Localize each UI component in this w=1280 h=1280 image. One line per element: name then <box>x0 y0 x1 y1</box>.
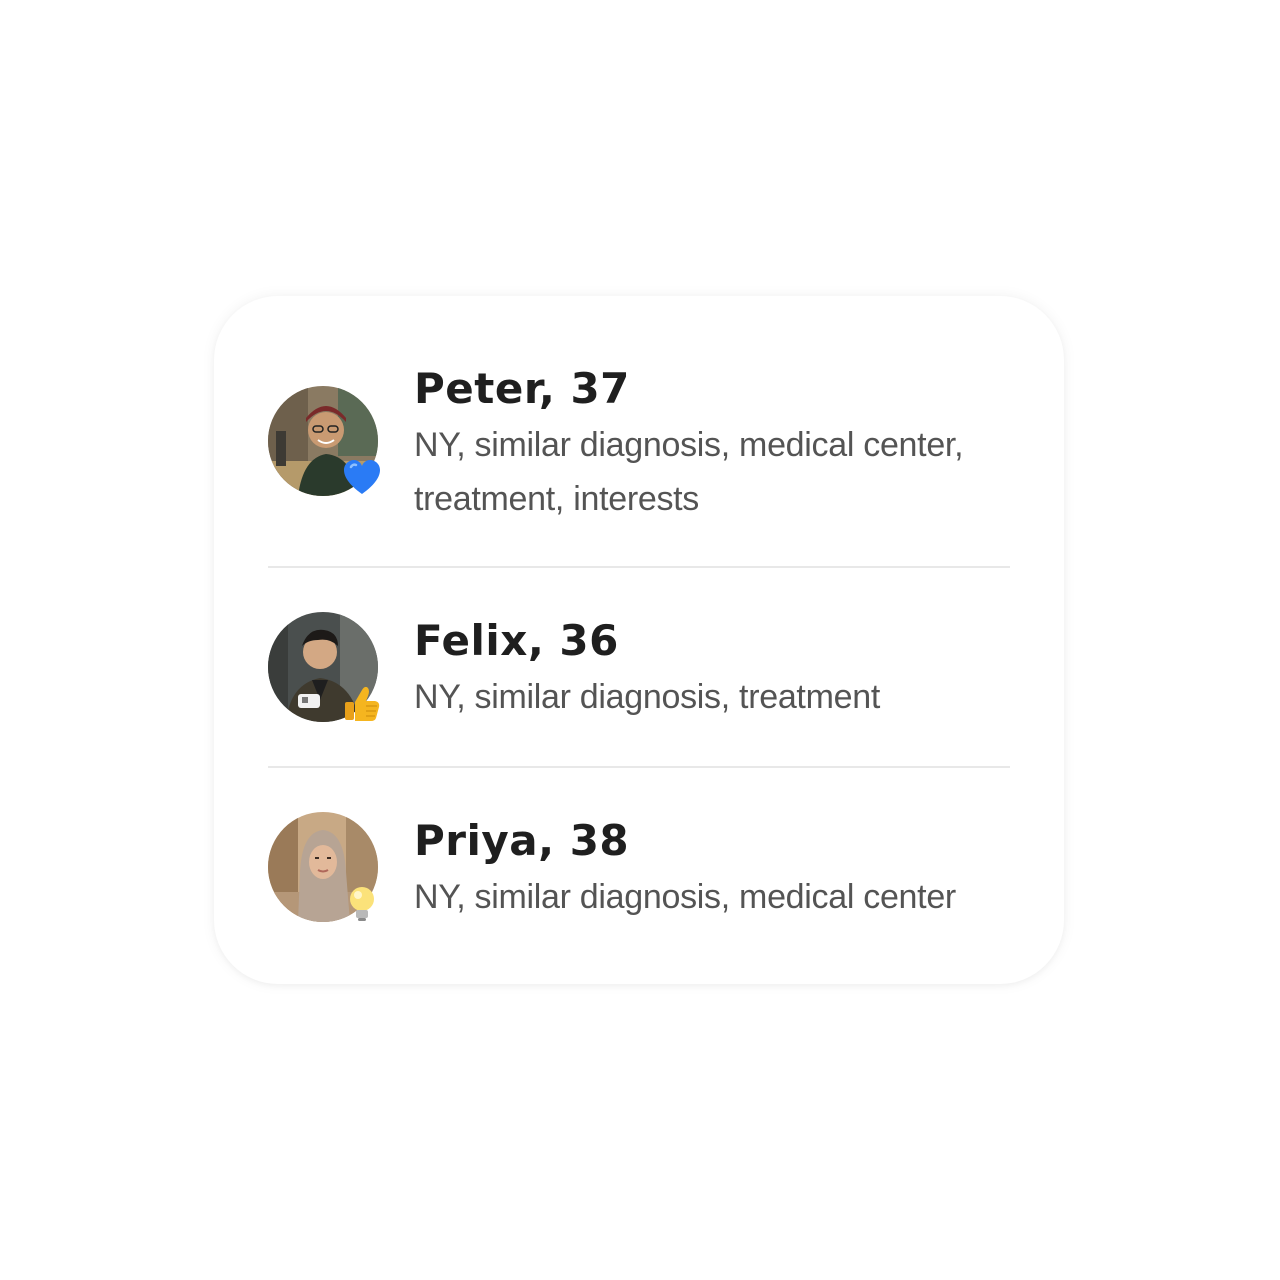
match-name: Felix, 36 <box>414 616 619 665</box>
divider <box>268 766 1010 768</box>
match-name: Priya, 38 <box>414 816 630 865</box>
avatar-container <box>268 812 378 922</box>
avatar-container <box>268 612 380 722</box>
match-name: Peter, 37 <box>414 364 630 413</box>
match-row[interactable]: Felix, 36 NY, similar diagnosis, treatme… <box>268 612 1010 728</box>
match-description: NY, similar diagnosis, treatment <box>414 678 880 716</box>
match-description: NY, similar diagnosis, medical center, t… <box>414 426 964 518</box>
divider <box>268 566 1010 568</box>
match-row[interactable]: Priya, 38 NY, similar diagnosis, medical… <box>268 812 1010 928</box>
blue-heart-icon <box>342 458 382 498</box>
avatar-container <box>268 386 380 496</box>
light-bulb-icon <box>342 884 382 924</box>
matches-card: Peter, 37 NY, similar diagnosis, medical… <box>214 296 1064 984</box>
match-description: NY, similar diagnosis, medical center <box>414 878 956 916</box>
match-row[interactable]: Peter, 37 NY, similar diagnosis, medical… <box>268 360 1010 530</box>
thumbs-up-icon <box>342 684 382 724</box>
